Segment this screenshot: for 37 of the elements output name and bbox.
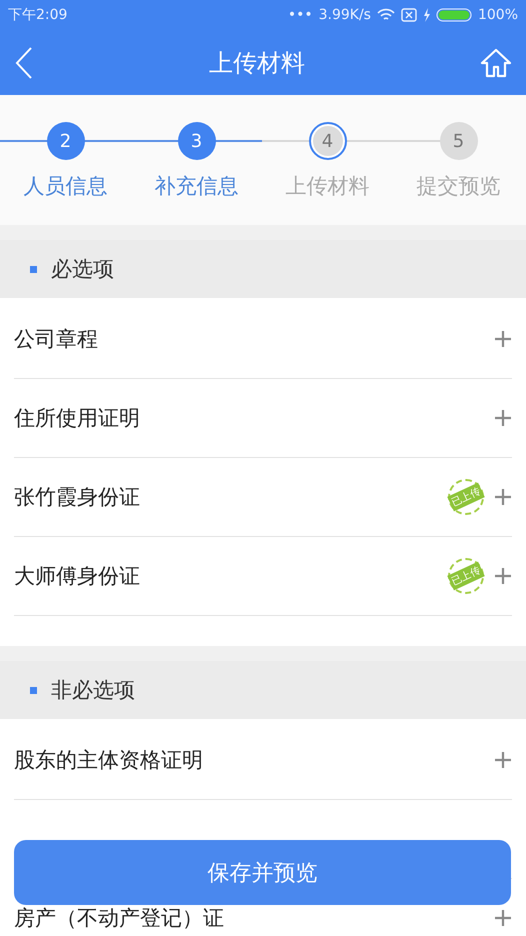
step-number: 5 <box>440 122 478 160</box>
more-dots: ••• <box>288 7 313 23</box>
battery-icon <box>436 8 472 22</box>
step-label: 上传材料 <box>286 173 370 200</box>
step-label: 提交预览 <box>416 173 500 200</box>
back-icon[interactable] <box>14 46 34 80</box>
material-name[interactable]: 住所使用证明 <box>14 404 140 432</box>
square-bullet-icon <box>30 686 37 694</box>
plus-icon[interactable] <box>494 909 512 927</box>
charging-icon <box>422 8 430 22</box>
material-name[interactable]: 房产（不动产登记）证 <box>14 904 224 932</box>
network-speed: 3.99K/s <box>318 7 371 23</box>
status-time: 下午2:09 <box>8 6 68 24</box>
step-label: 补充信息 <box>154 173 238 200</box>
material-name[interactable]: 股东的主体资格证明 <box>14 746 203 774</box>
plus-icon[interactable] <box>494 330 512 348</box>
material-name[interactable]: 公司章程 <box>14 325 98 353</box>
page-title: 上传材料 <box>209 48 305 78</box>
uploaded-stamp: 已上传 <box>448 479 484 515</box>
plus-icon[interactable] <box>494 567 512 585</box>
step-number: 2 <box>46 122 84 160</box>
plus-icon[interactable] <box>494 751 512 769</box>
square-bullet-icon <box>30 266 37 272</box>
step-label: 人员信息 <box>24 173 108 200</box>
battery-percent: 100% <box>478 7 518 23</box>
section-title: 必选项 <box>51 256 114 283</box>
sim-icon <box>400 8 417 22</box>
step-number: 3 <box>178 122 216 160</box>
plus-icon[interactable] <box>494 488 512 506</box>
plus-icon[interactable] <box>494 409 512 427</box>
section-title: 非必选项 <box>51 677 135 704</box>
wifi-icon <box>376 8 395 22</box>
uploaded-stamp: 已上传 <box>448 558 484 594</box>
material-name[interactable]: 大师傅身份证 <box>14 562 140 590</box>
material-name[interactable]: 张竹霞身份证 <box>14 483 140 511</box>
home-icon[interactable] <box>480 46 512 78</box>
step-number: 4 <box>308 122 346 160</box>
